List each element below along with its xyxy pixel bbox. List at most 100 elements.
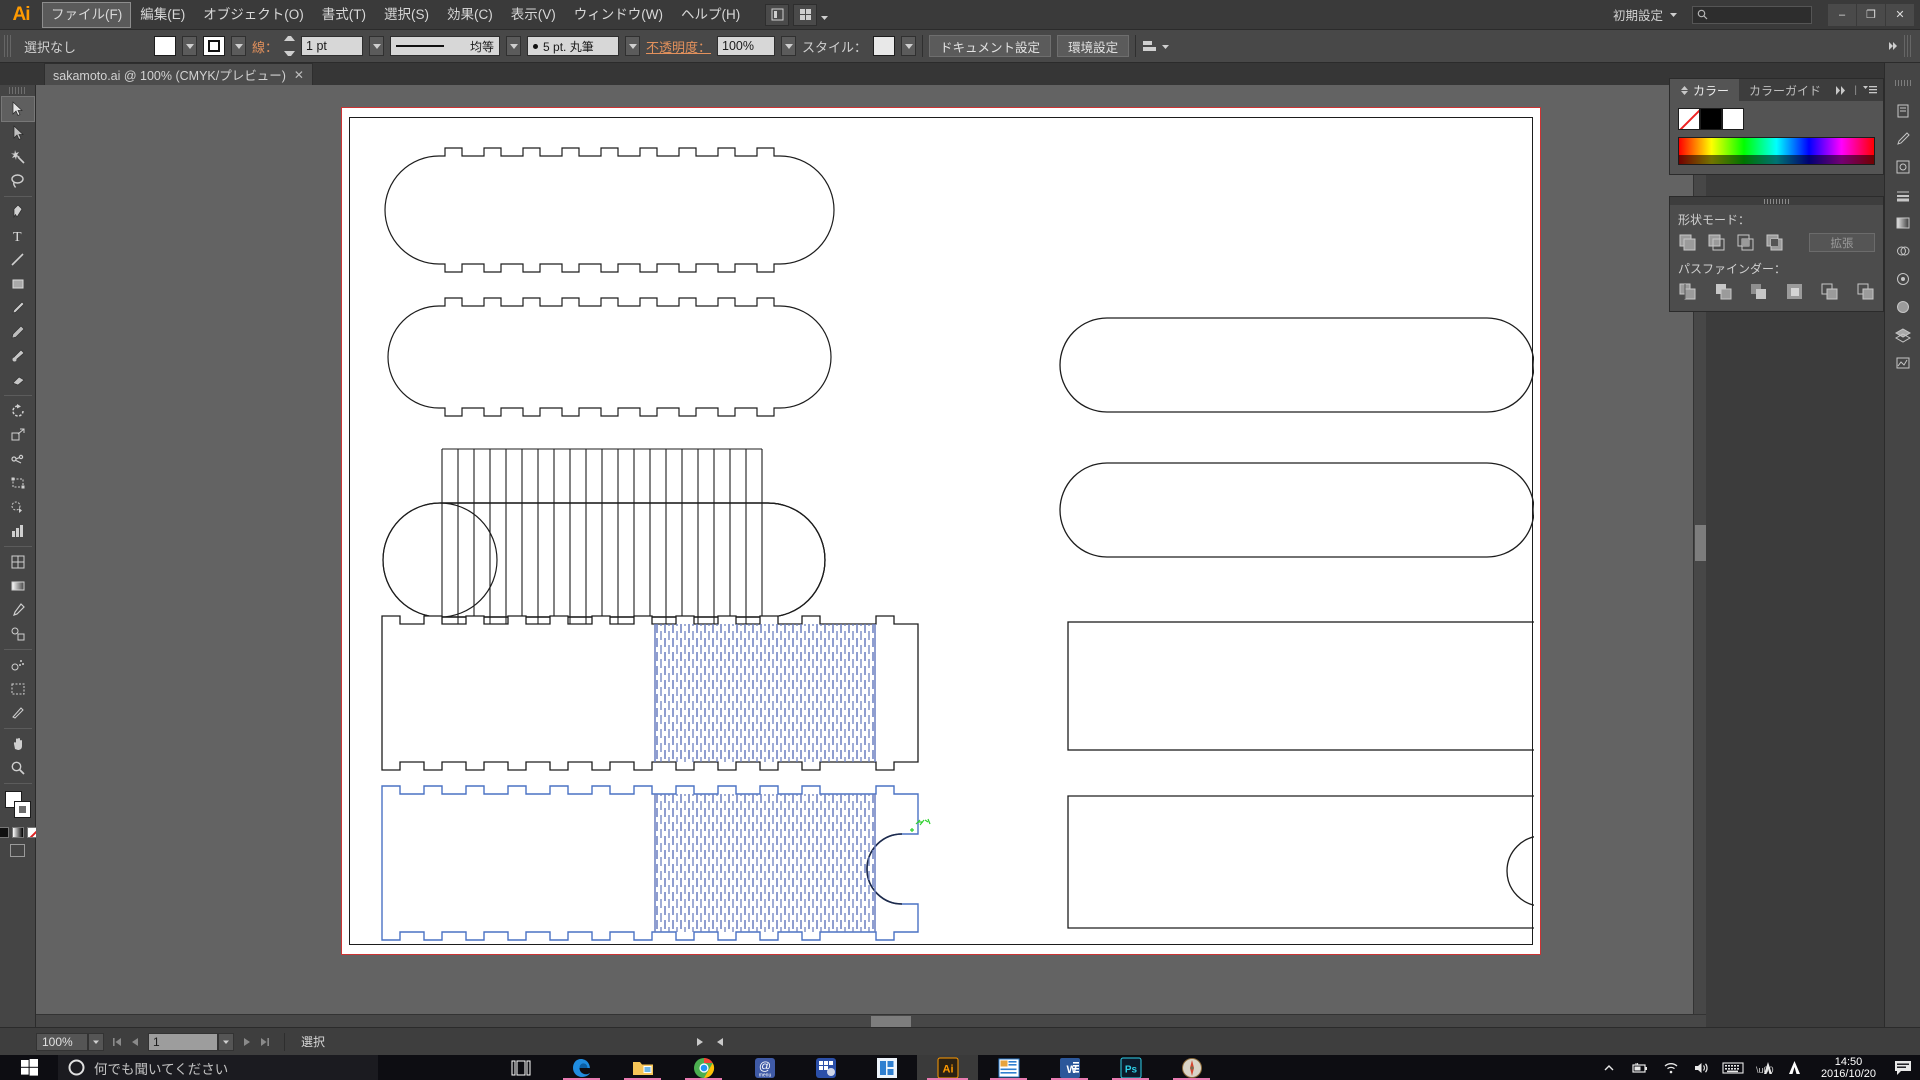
color-button[interactable] — [0, 827, 9, 838]
task-view-button[interactable] — [490, 1055, 551, 1080]
white-swatch[interactable] — [1722, 108, 1744, 130]
exclude-button[interactable] — [1765, 233, 1784, 252]
divide-button[interactable] — [1678, 282, 1697, 301]
type-tool[interactable]: T — [2, 224, 34, 248]
pencil-tool[interactable] — [2, 320, 34, 344]
stroke-weight-field[interactable]: 1 pt — [301, 36, 364, 56]
zoom-level-field[interactable]: 100% — [36, 1032, 88, 1051]
gradient-button[interactable] — [11, 827, 24, 838]
taskbar-icon-word[interactable]: W — [1039, 1055, 1100, 1080]
status-next-icon[interactable] — [695, 1037, 705, 1047]
taskbar-icon-file-explorer[interactable] — [612, 1055, 673, 1080]
unite-button[interactable] — [1678, 233, 1697, 252]
taskbar-icon-blue-grid-app[interactable] — [795, 1055, 856, 1080]
keyboard-icon[interactable] — [1718, 1055, 1749, 1080]
bridge-icon[interactable] — [765, 3, 790, 26]
brush-dropdown[interactable] — [625, 36, 641, 56]
menu-edit[interactable]: 編集(E) — [131, 2, 194, 28]
volume-icon[interactable] — [1687, 1055, 1718, 1080]
show-hidden-icons-button[interactable] — [1594, 1055, 1625, 1080]
artboard-nav-first[interactable] — [104, 1037, 148, 1047]
artboard-tool[interactable] — [2, 677, 34, 701]
taskbar-clock[interactable]: 14:50 2016/10/20 — [1811, 1055, 1886, 1080]
minus-front-button[interactable] — [1707, 233, 1726, 252]
magic-wand-tool[interactable] — [2, 145, 34, 169]
fill-swatch[interactable] — [154, 36, 176, 56]
pathfinder-panel-grip[interactable] — [1670, 197, 1883, 205]
opacity-label[interactable]: 不透明度： — [646, 37, 711, 56]
graphic-style-swatch[interactable] — [873, 36, 896, 56]
taskbar-icon-at-menu[interactable]: @ menu — [734, 1055, 795, 1080]
outline-button[interactable] — [1820, 282, 1839, 301]
horizontal-scroll-thumb[interactable] — [871, 1016, 911, 1027]
pen-tool[interactable] — [2, 200, 34, 224]
gradient-panel-icon[interactable] — [1888, 209, 1918, 237]
align-control[interactable] — [1142, 39, 1170, 54]
artboard-nav-last[interactable] — [234, 1037, 278, 1047]
merge-button[interactable] — [1749, 282, 1768, 301]
ime-mode-icon[interactable]: \u00D7 — [1749, 1055, 1780, 1080]
taskbar-icon-chrome[interactable] — [673, 1055, 734, 1080]
horizontal-scrollbar[interactable] — [36, 1014, 1706, 1027]
artboard-dropdown[interactable] — [218, 1032, 234, 1051]
layers-icon[interactable] — [1888, 321, 1918, 349]
notification-center-button[interactable] — [1886, 1055, 1920, 1080]
slice-tool[interactable] — [2, 701, 34, 725]
maximize-button[interactable]: ❐ — [1857, 3, 1885, 26]
battery-icon[interactable] — [1625, 1055, 1656, 1080]
fill-dropdown[interactable] — [182, 36, 197, 56]
stroke-color-swatch[interactable] — [13, 801, 31, 818]
taskbar-icon-illustrator[interactable]: Ai — [917, 1055, 978, 1080]
menu-effect[interactable]: 効果(C) — [438, 2, 502, 28]
blob-brush-tool[interactable] — [2, 344, 34, 368]
selection-tool[interactable] — [0, 96, 35, 122]
graphic-styles-icon[interactable] — [1888, 293, 1918, 321]
document-setup-button[interactable]: ドキュメント設定 — [929, 35, 1052, 57]
eraser-tool[interactable] — [2, 368, 34, 392]
tab-color-guide[interactable]: カラーガイド — [1739, 79, 1831, 101]
brush-definition-select[interactable]: 5 pt. 丸筆 — [527, 36, 620, 56]
stroke-profile-dropdown[interactable] — [506, 36, 522, 56]
menu-view[interactable]: 表示(V) — [502, 2, 565, 28]
preferences-button[interactable]: 環境設定 — [1057, 35, 1130, 57]
links-icon[interactable] — [1888, 349, 1918, 377]
stroke-dropdown[interactable] — [231, 36, 246, 56]
taskbar-icon-window-app[interactable] — [856, 1055, 917, 1080]
crop-button[interactable] — [1785, 282, 1804, 301]
opacity-field[interactable]: 100% — [717, 36, 776, 56]
wifi-icon[interactable] — [1656, 1055, 1687, 1080]
taskbar-icon-compass-app[interactable] — [1161, 1055, 1222, 1080]
stroke-profile-select[interactable]: 均等 — [390, 36, 501, 56]
line-segment-tool[interactable] — [2, 248, 34, 272]
blend-tool[interactable] — [2, 622, 34, 646]
document-tab[interactable]: sakamoto.ai @ 100% (CMYK/プレビュー) ✕ — [44, 63, 313, 85]
opacity-dropdown[interactable] — [781, 36, 797, 56]
paintbrush-tool[interactable] — [2, 296, 34, 320]
zoom-tool[interactable] — [2, 756, 34, 780]
stroke-weight-stepper[interactable] — [284, 36, 296, 56]
menu-object[interactable]: オブジェクト(O) — [194, 2, 313, 28]
lasso-tool[interactable] — [2, 169, 34, 193]
screen-mode-icon[interactable] — [10, 844, 25, 857]
transparency-icon[interactable] — [1888, 237, 1918, 265]
menu-select[interactable]: 選択(S) — [375, 2, 438, 28]
rectangle-tool[interactable] — [2, 272, 34, 296]
menu-window[interactable]: ウィンドウ(W) — [565, 2, 672, 28]
cortana-search-box[interactable]: 何でも聞いてください — [58, 1055, 378, 1080]
mesh-tool[interactable] — [2, 550, 34, 574]
control-bar-right-grip[interactable] — [1904, 35, 1912, 57]
tab-color[interactable]: カラー — [1670, 79, 1740, 101]
close-icon[interactable]: ✕ — [294, 68, 304, 82]
gradient-tool[interactable] — [2, 574, 34, 598]
zoom-dropdown[interactable] — [88, 1032, 104, 1051]
minus-back-button[interactable] — [1856, 282, 1875, 301]
status-prev-icon[interactable] — [715, 1037, 725, 1047]
stroke-panel-icon[interactable] — [1888, 181, 1918, 209]
taskbar-icon-photoshop[interactable]: Ps — [1100, 1055, 1161, 1080]
width-tool[interactable] — [2, 447, 34, 471]
trim-button[interactable] — [1714, 282, 1733, 301]
black-swatch[interactable] — [1700, 108, 1722, 130]
arrange-documents-icon[interactable] — [793, 3, 818, 26]
symbol-sprayer-tool[interactable] — [2, 653, 34, 677]
none-swatch[interactable] — [1678, 108, 1700, 130]
